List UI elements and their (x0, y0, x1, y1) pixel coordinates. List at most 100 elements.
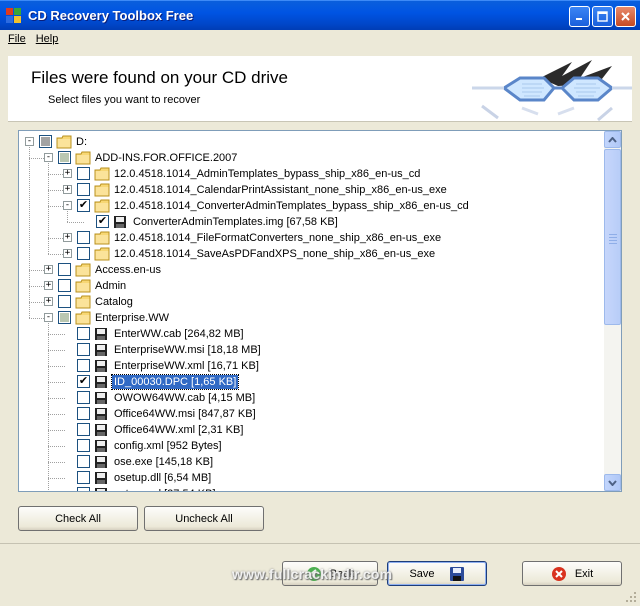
tree-node-label[interactable]: Catalog (93, 295, 135, 309)
menu-help[interactable]: Help (32, 33, 65, 45)
maximize-button[interactable] (592, 6, 613, 27)
tree-file-row[interactable]: EnterWW.cab [264,82 MB] (19, 326, 599, 342)
tree-checkbox[interactable] (77, 167, 90, 180)
tree-checkbox[interactable] (77, 231, 90, 244)
scroll-down-button[interactable] (604, 474, 621, 491)
collapse-icon[interactable]: - (25, 137, 34, 146)
tree-node-label[interactable]: 12.0.4518.1014_SaveAsPDFandXPS_none_ship… (112, 247, 437, 261)
tree-node-label[interactable]: 12.0.4518.1014_AdminTemplates_bypass_shi… (112, 167, 422, 181)
tree-connector (48, 430, 65, 431)
tree-folder-row[interactable]: +12.0.4518.1014_FileFormatConverters_non… (19, 230, 599, 246)
tree-node-label[interactable]: Admin (93, 279, 128, 293)
tree-node-label[interactable]: D: (74, 135, 89, 149)
tree-node-label[interactable]: ID_00030.DPC [1,65 KB] (110, 374, 240, 390)
collapse-icon[interactable]: - (44, 313, 53, 322)
tree-folder-row[interactable]: +12.0.4518.1014_SaveAsPDFandXPS_none_shi… (19, 246, 599, 262)
expand-icon[interactable]: + (63, 169, 72, 178)
tree-checkbox[interactable] (77, 407, 90, 420)
tree-node-label[interactable]: config.xml [952 Bytes] (112, 439, 224, 453)
collapse-icon[interactable]: - (63, 201, 72, 210)
tree-checkbox[interactable] (77, 439, 90, 452)
tree-node-label[interactable]: EnterpriseWW.xml [16,71 KB] (112, 359, 261, 373)
tree-node-label[interactable]: Office64WW.xml [2,31 KB] (112, 423, 245, 437)
tree-checkbox[interactable] (77, 423, 90, 436)
tree-folder-row[interactable]: +12.0.4518.1014_CalendarPrintAssistant_n… (19, 182, 599, 198)
scroll-up-button[interactable] (604, 131, 621, 148)
resize-grip-icon[interactable] (625, 591, 637, 603)
tree-file-row[interactable]: ose.exe [145,18 KB] (19, 454, 599, 470)
tree-checkbox[interactable] (77, 247, 90, 260)
tree-file-row[interactable]: ✔ ID_00030.DPC [1,65 KB] (19, 374, 599, 390)
tree-connector (48, 478, 65, 479)
tree-node-label[interactable]: ose.exe [145,18 KB] (112, 455, 215, 469)
tree-checkbox[interactable] (58, 151, 71, 164)
tree-checkbox[interactable] (39, 135, 52, 148)
tree-checkbox[interactable] (77, 359, 90, 372)
tree-node-label[interactable]: osetup.dll [6,54 MB] (112, 471, 213, 485)
tree-file-row[interactable]: OWOW64WW.cab [4,15 MB] (19, 390, 599, 406)
tree-scrollbar[interactable] (604, 131, 621, 491)
tree-checkbox[interactable] (77, 391, 90, 404)
tree-folder-row[interactable]: - D: (19, 134, 599, 150)
tree-checkbox[interactable] (58, 279, 71, 292)
tree-file-row[interactable]: ✔ ConverterAdminTemplates.img [67,58 KB] (19, 214, 599, 230)
tree-node-label[interactable]: 12.0.4518.1014_CalendarPrintAssistant_no… (112, 183, 449, 197)
tree-checkbox[interactable] (58, 263, 71, 276)
title-bar[interactable]: CD Recovery Toolbox Free (0, 0, 640, 30)
uncheck-all-button[interactable]: Uncheck All (144, 506, 264, 531)
tree-folder-row[interactable]: +12.0.4518.1014_AdminTemplates_bypass_sh… (19, 166, 599, 182)
tree-checkbox[interactable] (77, 455, 90, 468)
tree-checkbox[interactable] (58, 311, 71, 324)
tree-node-label[interactable]: Enterprise.WW (93, 311, 171, 325)
tree-node-label[interactable]: ADD-INS.FOR.OFFICE.2007 (93, 151, 239, 165)
tree-file-row[interactable]: config.xml [952 Bytes] (19, 438, 599, 454)
menu-file[interactable]: File (4, 33, 32, 45)
tree-checkbox[interactable] (58, 295, 71, 308)
expand-icon[interactable]: + (63, 185, 72, 194)
tree-folder-row[interactable]: - Enterprise.WW (19, 310, 599, 326)
tree-file-row[interactable]: Office64WW.msi [847,87 KB] (19, 406, 599, 422)
tree-folder-row[interactable]: - ✔ 12.0.4518.1014_ConverterAdminTemplates… (19, 198, 599, 214)
tree-file-row[interactable]: setup.xml [27,54 KB] (19, 486, 599, 491)
tree-checkbox[interactable] (77, 471, 90, 484)
tree-checkbox[interactable] (77, 343, 90, 356)
exit-button[interactable]: Exit (522, 561, 622, 586)
tree-node-label[interactable]: Access.en-us (93, 263, 163, 277)
tree-folder-row[interactable]: + Admin (19, 278, 599, 294)
scroll-thumb[interactable] (604, 149, 621, 325)
tree-folder-row[interactable]: + Catalog (19, 294, 599, 310)
tree-checkbox[interactable] (77, 487, 90, 491)
tree-node-label[interactable]: 12.0.4518.1014_FileFormatConverters_none… (112, 231, 443, 245)
tree-file-row[interactable]: EnterpriseWW.msi [18,18 MB] (19, 342, 599, 358)
expand-icon[interactable]: + (63, 249, 72, 258)
tree-file-row[interactable]: Office64WW.xml [2,31 KB] (19, 422, 599, 438)
tree-node-label[interactable]: Office64WW.msi [847,87 KB] (112, 407, 258, 421)
tree-checkbox[interactable]: ✔ (77, 199, 90, 212)
tree-checkbox[interactable]: ✔ (96, 215, 109, 228)
tree-checkbox[interactable]: ✔ (77, 375, 90, 388)
tree-node-label[interactable]: OWOW64WW.cab [4,15 MB] (112, 391, 257, 405)
tree-file-row[interactable]: osetup.dll [6,54 MB] (19, 470, 599, 486)
tree-checkbox[interactable] (77, 327, 90, 340)
file-icon (94, 423, 108, 437)
tree-node-label[interactable]: 12.0.4518.1014_ConverterAdminTemplates_b… (112, 199, 471, 213)
tree-node-label[interactable]: setup.xml [27,54 KB] (112, 487, 218, 491)
tree-node-label[interactable]: EnterpriseWW.msi [18,18 MB] (112, 343, 263, 357)
minimize-button[interactable] (569, 6, 590, 27)
tree-folder-row[interactable]: - ADD-INS.FOR.OFFICE.2007 (19, 150, 599, 166)
tree-node-label[interactable]: EnterWW.cab [264,82 MB] (112, 327, 246, 341)
tree-folder-row[interactable]: + Access.en-us (19, 262, 599, 278)
tree-checkbox[interactable] (77, 183, 90, 196)
check-all-button[interactable]: Check All (18, 506, 138, 531)
expand-icon[interactable]: + (63, 233, 72, 242)
expand-icon[interactable]: + (44, 281, 53, 290)
expand-icon[interactable]: + (44, 297, 53, 306)
folder-icon (94, 199, 110, 213)
close-button[interactable] (615, 6, 636, 27)
tree-file-row[interactable]: EnterpriseWW.xml [16,71 KB] (19, 358, 599, 374)
file-tree[interactable]: - D: - ADD-INS.FOR.OFFICE.2007 +12.0.4518.10… (18, 130, 622, 492)
expand-icon[interactable]: + (44, 265, 53, 274)
tree-node-label[interactable]: ConverterAdminTemplates.img [67,58 KB] (131, 215, 340, 229)
save-button[interactable]: Save (387, 561, 487, 586)
collapse-icon[interactable]: - (44, 153, 53, 162)
